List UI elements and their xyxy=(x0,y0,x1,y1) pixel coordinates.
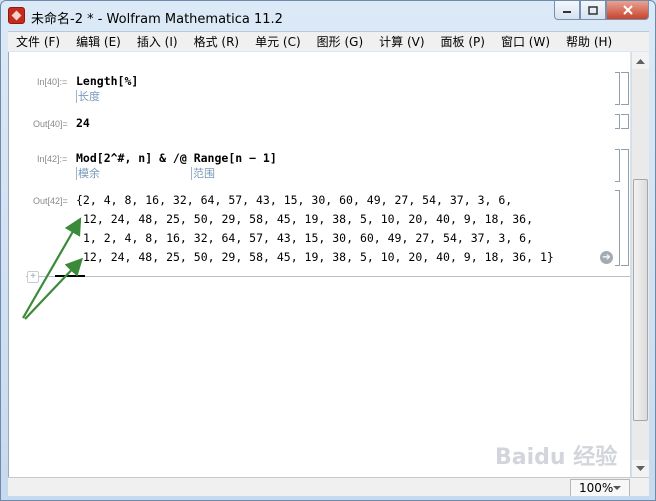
baidu-watermark: Baidu 经验 xyxy=(495,445,618,470)
hint-mod[interactable]: 模余 xyxy=(76,167,100,180)
close-button[interactable] xyxy=(606,1,649,20)
menu-edit[interactable]: 编辑 (E) xyxy=(68,32,129,52)
group-bracket-40[interactable] xyxy=(621,72,629,105)
window-controls xyxy=(554,1,649,21)
input-label-42: In[42]:= xyxy=(37,154,68,164)
output-value-40[interactable]: 24 xyxy=(76,116,90,130)
cell-bracket-in42[interactable] xyxy=(615,149,620,182)
window-title: 未命名-2 * - Wolfram Mathematica 11.2 xyxy=(31,12,283,27)
menu-palettes[interactable]: 面板 (P) xyxy=(433,32,493,52)
minimize-icon xyxy=(563,11,571,13)
scroll-thumb[interactable] xyxy=(633,179,648,421)
more-options-icon[interactable]: ➔ xyxy=(600,251,613,264)
mathematica-app-icon xyxy=(8,7,25,24)
cell-bracket-out42[interactable] xyxy=(615,190,620,266)
chevron-down-icon xyxy=(613,486,621,490)
restore-button[interactable] xyxy=(580,1,606,20)
chevron-up-icon xyxy=(636,58,645,64)
restore-icon xyxy=(588,5,598,15)
input-code-42[interactable]: Mod[2^#, n] & /@ Range[n − 1] xyxy=(76,151,277,165)
title-bar[interactable]: 未命名-2 * - Wolfram Mathematica 11.2 xyxy=(1,1,655,31)
chevron-down-icon xyxy=(636,465,645,471)
zoom-selector[interactable]: 100% xyxy=(570,479,630,496)
notebook-area[interactable]: In[40]:= Length[%] 长度 Out[40]= 24 In[42]… xyxy=(8,52,630,477)
vertical-scrollbar[interactable] xyxy=(631,52,649,477)
output-line-4[interactable]: 12, 24, 48, 25, 50, 29, 58, 45, 19, 38, … xyxy=(83,248,554,267)
zoom-value: 100% xyxy=(579,481,614,495)
close-icon xyxy=(622,5,633,15)
group-bracket-42[interactable] xyxy=(621,149,629,266)
scroll-up-button[interactable] xyxy=(632,52,649,69)
menu-format[interactable]: 格式 (R) xyxy=(186,32,248,52)
menu-help[interactable]: 帮助 (H) xyxy=(558,32,620,52)
menu-bar: 文件 (F) 编辑 (E) 插入 (I) 格式 (R) 单元 (C) 图形 (G… xyxy=(8,31,649,51)
output-line-1[interactable]: {2, 4, 8, 16, 32, 64, 57, 43, 15, 30, 60… xyxy=(76,191,512,210)
menu-cell[interactable]: 单元 (C) xyxy=(247,32,309,52)
menu-insert[interactable]: 插入 (I) xyxy=(129,32,186,52)
menu-graphics[interactable]: 图形 (G) xyxy=(309,32,371,52)
mathematica-window: 未命名-2 * - Wolfram Mathematica 11.2 文件 (F… xyxy=(0,0,656,501)
cell-bracket-in40[interactable] xyxy=(615,72,620,105)
menu-evaluation[interactable]: 计算 (V) xyxy=(371,32,432,52)
hint-range[interactable]: 范围 xyxy=(191,167,215,180)
minimize-button[interactable] xyxy=(554,1,580,20)
input-code-40[interactable]: Length[%] xyxy=(76,74,138,88)
output-line-3[interactable]: 1, 2, 4, 8, 16, 32, 64, 57, 43, 15, 30, … xyxy=(83,229,533,248)
menu-file[interactable]: 文件 (F) xyxy=(8,32,68,52)
scroll-down-button[interactable] xyxy=(632,460,649,477)
input-label-40: In[40]:= xyxy=(37,77,68,87)
group-bracket-out40[interactable] xyxy=(621,114,629,129)
insertion-caret xyxy=(55,275,85,277)
cell-insertion-line[interactable] xyxy=(26,276,630,277)
menu-window[interactable]: 窗口 (W) xyxy=(493,32,558,52)
hint-length[interactable]: 长度 xyxy=(76,90,100,103)
output-label-40: Out[40]= xyxy=(33,119,68,129)
status-bar: 100% xyxy=(8,477,649,496)
output-line-2[interactable]: 12, 24, 48, 25, 50, 29, 58, 45, 19, 38, … xyxy=(83,210,533,229)
output-label-42: Out[42]= xyxy=(33,196,68,206)
cell-bracket-out40[interactable] xyxy=(615,114,620,129)
add-cell-button[interactable]: + xyxy=(27,271,39,283)
